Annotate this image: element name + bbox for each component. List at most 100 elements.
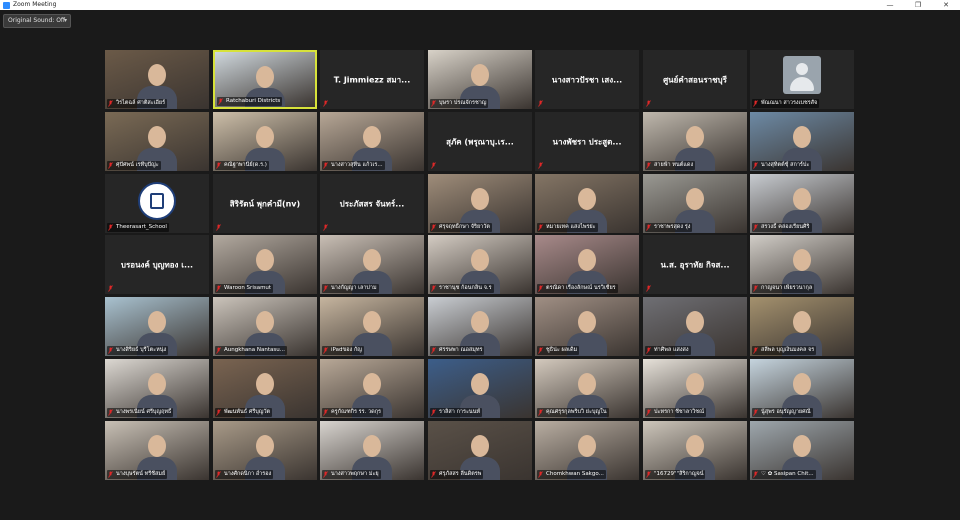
mic-muted-icon	[431, 224, 436, 231]
participant-label: นางกัญญา เลาบ่าม	[322, 284, 379, 293]
participant-tile[interactable]: ศรุภัสสร ลีนดิตรพ	[428, 421, 532, 480]
participant-tile[interactable]: T. Jimmiezz สมา...	[320, 50, 424, 109]
participant-tile[interactable]: ชูธิน่ะ ผลเดิม	[535, 297, 639, 356]
participant-tile[interactable]: สายฟ้า ทนต์แดง	[643, 112, 747, 171]
participant-tile[interactable]: นางสาวพฤกษา ม่ะยุ	[320, 421, 424, 480]
mic-muted-icon	[646, 347, 651, 354]
participant-face	[471, 249, 489, 271]
participant-tile[interactable]: Ratchaburi Districts	[213, 50, 317, 109]
participant-tile[interactable]: พัณณนา สาวรงเบชรสัจ	[750, 50, 854, 109]
participant-tile[interactable]: สลีพล บุญเงินมงคล จร	[750, 297, 854, 356]
participant-face	[793, 249, 811, 271]
participant-name: น.ส. อุราทัย กิจส...	[660, 260, 730, 269]
participant-tile[interactable]: ประภัสสร จันทร์...	[320, 174, 424, 233]
mic-muted-icon	[216, 471, 221, 478]
participant-label: ราลิสา การะนนท์	[430, 408, 483, 417]
participant-face	[363, 249, 381, 271]
participant-tile[interactable]: ศุปัศพน์ เรทีบุปัญ่ะ	[105, 112, 209, 171]
participant-tile[interactable]: iPadของ กัญ	[320, 297, 424, 356]
mic-muted-icon	[108, 100, 113, 107]
participant-tile[interactable]: นางสาวสุทีน แก้วเร...	[320, 112, 424, 171]
mic-muted-icon	[646, 224, 651, 231]
mic-muted-icon	[218, 98, 223, 105]
participant-label: พัณณนา สาวรงเบชรสัจ	[752, 99, 820, 108]
participant-label: ราชานุช ก้อนกลิ่น จ.ร	[430, 284, 494, 293]
participant-tile[interactable]: นางสาวปัรชา เสง...	[535, 50, 639, 109]
participant-tile[interactable]: นางศักดนิกา อำรอง	[213, 421, 317, 480]
participant-label: ♡ ✿ Sasipan Chit...	[752, 470, 816, 479]
participant-tile[interactable]: นางพัชรา ประสูต...	[535, 112, 639, 171]
participant-label: วิรไตฉล์ ศาติสะเอียร์	[107, 99, 168, 108]
participant-tile[interactable]: วิรไตฉล์ ศาติสะเอียร์	[105, 50, 209, 109]
mic-muted-icon	[431, 409, 436, 416]
participant-tile[interactable]: คุณศรุรกุลพริบวิ ย่ะบุญใน	[535, 359, 639, 418]
mic-muted-icon	[753, 471, 758, 478]
participant-tile[interactable]: ราชานุช ก้อนกลิ่น จ.ร	[428, 235, 532, 294]
participant-tile[interactable]: นางบุษรัตน์ ทรีชีสมย์	[105, 421, 209, 480]
mic-muted-icon	[108, 224, 113, 231]
mic-muted-icon	[323, 100, 328, 107]
participant-tile[interactable]: นางสิริยธ์ บุรีโตะหนุ่ง	[105, 297, 209, 356]
participant-tile[interactable]: สิริรัตน์ พุกคำมี(nv)	[213, 174, 317, 233]
mic-muted-icon	[753, 100, 758, 107]
participant-face	[578, 373, 596, 395]
mic-muted-icon	[323, 224, 328, 231]
participant-tile[interactable]: บุษรา ปรณจักรชาญ	[428, 50, 532, 109]
participant-tile[interactable]: กาญจนา เพียรวนากุล	[750, 235, 854, 294]
participant-tile[interactable]: Aungkhana Nantasu...	[213, 297, 317, 356]
participant-tile[interactable]: ราชาพรสุดง รุ่ง	[643, 174, 747, 233]
mic-muted-icon	[753, 162, 758, 169]
participant-face	[148, 373, 166, 395]
participant-tile[interactable]: Theerasart_School	[105, 174, 209, 233]
close-button[interactable]: ✕	[932, 0, 960, 10]
mic-muted-icon	[323, 285, 328, 292]
participant-face	[471, 311, 489, 333]
participant-face	[793, 311, 811, 333]
mic-muted-icon	[216, 409, 221, 416]
participant-tile[interactable]: นางสุทิตต์ชุ์ สการ์ปะ	[750, 112, 854, 171]
mic-muted-icon	[538, 100, 543, 107]
minimize-button[interactable]: —	[876, 0, 904, 10]
participant-tile[interactable]: ศูนย์คำสอนราชบุรี	[643, 50, 747, 109]
participant-label: นางศักดนิกา อำรอง	[215, 470, 274, 479]
participant-tile[interactable]: นางกัญญา เลาบ่าม	[320, 235, 424, 294]
participant-tile[interactable]: ศรรษพา ณอสมุทร	[428, 297, 532, 356]
mic-muted-icon	[323, 347, 328, 354]
participant-tile[interactable]: Chomkhwan Sakgo...	[535, 421, 639, 480]
participant-tile[interactable]: ศรุจฤทธิ์กษา จัริยาวัต	[428, 174, 532, 233]
mic-muted-icon	[646, 285, 651, 292]
mic-muted-icon	[646, 471, 651, 478]
participant-tile[interactable]: นู้สุพร อนุรัญญายศณี	[750, 359, 854, 418]
participant-face	[363, 373, 381, 395]
participant-tile[interactable]: หมายเทค แสงไพรย่ะ	[535, 174, 639, 233]
participant-tile[interactable]: พัฒนพันธ์ ศรีบุญวัต	[213, 359, 317, 418]
original-sound-dropdown[interactable]: Original Sound: Off ▾	[3, 14, 71, 28]
participant-tile[interactable]: สุภัค (พรุณาบุ.เร...	[428, 112, 532, 171]
participant-tile[interactable]: ท่าศิพล แสงสง	[643, 297, 747, 356]
participant-label: นางสาวพฤกษา ม่ะยุ	[322, 470, 381, 479]
participant-name: ศูนย์คำสอนราชบุรี	[663, 75, 727, 84]
participant-tile[interactable]: ตรณิดา เรืองลักษณ์ นรวิเชียร	[535, 235, 639, 294]
participant-face	[256, 126, 274, 148]
participant-face	[256, 249, 274, 271]
avatar-icon	[783, 56, 821, 94]
mic-muted-icon	[538, 224, 543, 231]
participant-tile[interactable]: สรวงธิ์ คล่องเรียนศิริ	[750, 174, 854, 233]
participant-tile[interactable]: นางพรเนียน์ ศรีบุญฤทธิ์	[105, 359, 209, 418]
participant-tile[interactable]: คณิฐาพานีย์(ด.ร.)	[213, 112, 317, 171]
mic-muted-icon	[753, 224, 758, 231]
participant-tile[interactable]: "16729""สิริกาญจน์	[643, 421, 747, 480]
participant-tile[interactable]: ♡ ✿ Sasipan Chit...	[750, 421, 854, 480]
mic-muted-icon	[646, 162, 651, 169]
participant-tile[interactable]: บรอนงค์ บุญทอง เ...	[105, 235, 209, 294]
restore-button[interactable]: ❐	[904, 0, 932, 10]
participant-tile[interactable]: Waroon Srisamut	[213, 235, 317, 294]
participant-tile[interactable]: ครูกัณฑกิร รร. วดกุร	[320, 359, 424, 418]
mic-muted-icon	[538, 409, 543, 416]
mic-muted-icon	[108, 347, 113, 354]
participant-label: พัฒนพันธ์ ศรีบุญวัต	[215, 408, 273, 417]
mic-muted-icon	[216, 347, 221, 354]
participant-tile[interactable]: ปะทรกา ชีชาลาวิชณ์	[643, 359, 747, 418]
participant-tile[interactable]: น.ส. อุราทัย กิจส...	[643, 235, 747, 294]
participant-tile[interactable]: ราลิสา การะนนท์	[428, 359, 532, 418]
